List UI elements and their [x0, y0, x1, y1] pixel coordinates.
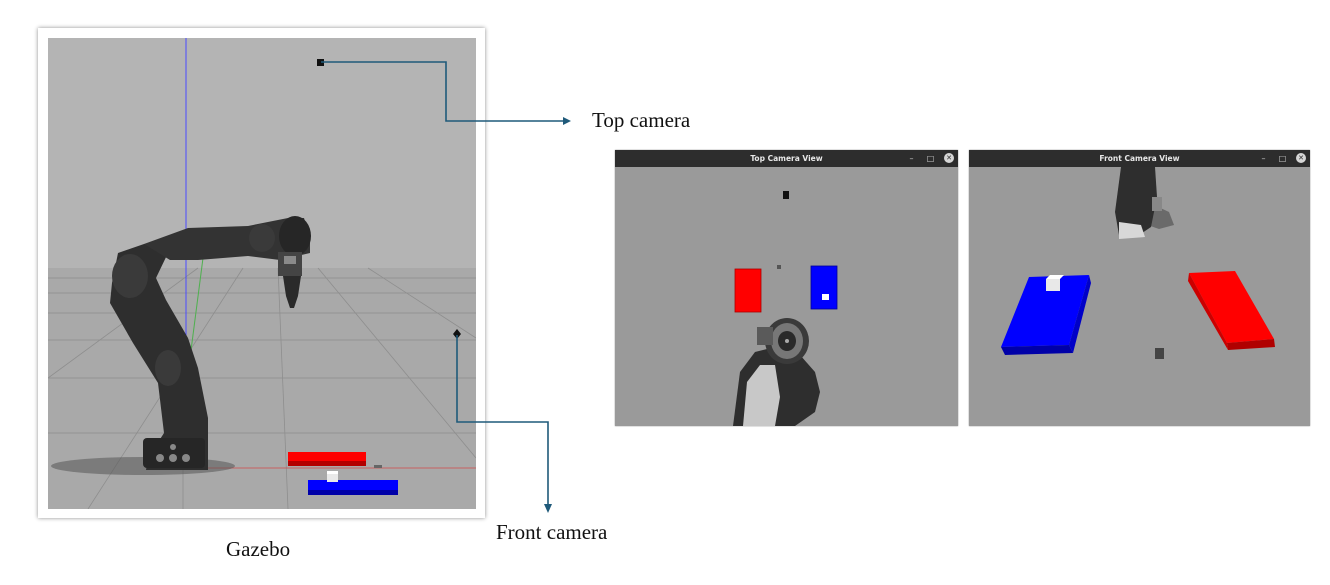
- top-camera-label: Top camera: [592, 108, 691, 132]
- maximize-button[interactable]: □: [925, 153, 936, 164]
- front-camera-titlebar[interactable]: Front Camera View – □ ✕: [969, 150, 1310, 167]
- top-camera-image: [615, 167, 958, 426]
- gazebo-frame: [38, 28, 485, 518]
- front-view-small-object: [1155, 348, 1164, 359]
- close-button[interactable]: ✕: [1296, 153, 1306, 163]
- front-camera-arrowhead: [544, 504, 552, 513]
- gazebo-blue-block[interactable]: [308, 480, 398, 495]
- front-camera-label: Front camera: [496, 520, 608, 544]
- top-camera-marker[interactable]: [317, 59, 324, 66]
- maximize-button[interactable]: □: [1277, 153, 1288, 164]
- top-camera-titlebar[interactable]: Top Camera View – □ ✕: [615, 150, 958, 167]
- gazebo-viewport[interactable]: [48, 38, 476, 509]
- top-camera-arrowhead: [563, 117, 571, 125]
- top-view-red-block: [734, 268, 762, 313]
- top-camera-window[interactable]: Top Camera View – □ ✕: [615, 150, 958, 426]
- gazebo-red-block[interactable]: [288, 452, 366, 466]
- gazebo-scene: [48, 38, 476, 509]
- top-view-white-cube: [822, 294, 829, 300]
- front-camera-scene: [969, 167, 1310, 426]
- top-view-blue-block: [810, 265, 838, 310]
- gazebo-white-cube[interactable]: [327, 471, 338, 482]
- minimize-button[interactable]: –: [906, 153, 917, 164]
- minimize-button[interactable]: –: [1258, 153, 1269, 164]
- front-camera-image: [969, 167, 1310, 426]
- front-camera-window[interactable]: Front Camera View – □ ✕: [969, 150, 1310, 426]
- close-button[interactable]: ✕: [944, 153, 954, 163]
- top-view-marker: [783, 191, 789, 199]
- top-camera-scene: [615, 167, 958, 426]
- gazebo-caption: Gazebo: [226, 537, 291, 561]
